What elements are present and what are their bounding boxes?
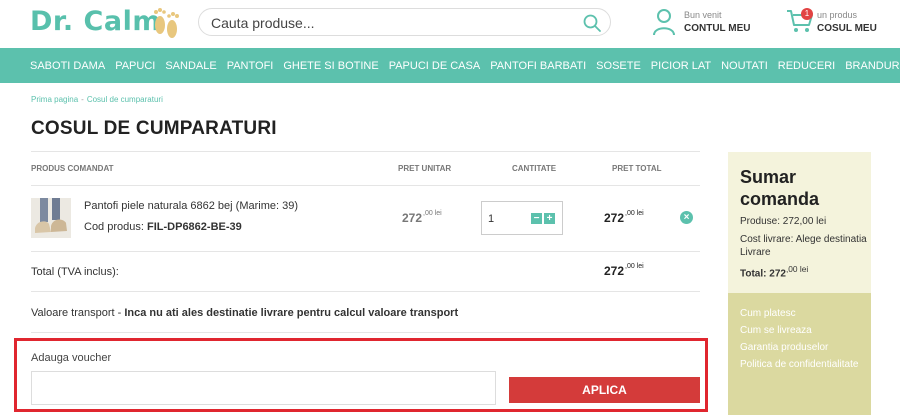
apply-voucher-button[interactable]: APLICA	[509, 377, 700, 403]
page-title: COSUL DE CUMPARATURI	[31, 118, 277, 139]
quantity-input[interactable]	[488, 211, 518, 227]
summary-title: Sumar comanda	[740, 167, 820, 209]
link-delivery[interactable]: Cum se livreaza	[740, 324, 865, 337]
site-header: Dr. Calm Bun venit CONTUL MEU 1 un produ…	[0, 0, 900, 48]
product-code: Cod produs: FIL-DP6862-BE-39	[84, 221, 242, 233]
header-quantity: CANTITATE	[512, 164, 557, 173]
shoe-thumbnail	[31, 198, 71, 238]
nav-item-pantofi[interactable]: PANTOFI	[222, 60, 279, 72]
account-label: CONTUL MEU	[684, 23, 751, 34]
unit-price-int: 272	[402, 211, 423, 225]
link-warranty[interactable]: Garantia produselor	[740, 341, 865, 354]
summary-links: Cum platesc Cum se livreaza Garantia pro…	[728, 293, 871, 415]
divider	[31, 185, 700, 186]
transport-message: Inca nu ati ales destinatie livrare pent…	[124, 307, 459, 319]
feet-logo-icon	[154, 8, 179, 38]
cart-total-dec: ,00 lei	[625, 263, 644, 270]
divider	[31, 151, 700, 152]
breadcrumb: Prima pagina - Cosul de cumparaturi	[31, 95, 163, 104]
cart-count-badge: 1	[801, 8, 813, 20]
divider	[31, 251, 700, 252]
cart-link[interactable]: 1 un produs COSUL MEU	[786, 6, 898, 40]
link-how-to-pay[interactable]: Cum platesc	[740, 307, 865, 320]
nav-item-pantofi-barbati[interactable]: PANTOFI BARBATI	[485, 60, 591, 72]
header-unit-price: PRET UNITAR	[398, 164, 452, 173]
search-icon[interactable]	[582, 13, 602, 33]
nav-item-reduceri[interactable]: REDUCERI	[773, 60, 840, 72]
summary-shipping: Cost livrare: Alege destinatia Livrare	[740, 234, 867, 258]
quantity-stepper: − +	[481, 201, 563, 235]
item-total-int: 272	[604, 211, 625, 225]
main-nav: SABOTI DAMA PAPUCI SANDALE PANTOFI GHETE SI …	[0, 48, 900, 83]
product-code-value: FIL-DP6862-BE-39	[147, 221, 242, 233]
cart-count-text: un produs	[817, 10, 858, 20]
unit-price: 272,00 lei	[402, 210, 442, 225]
product-name[interactable]: Pantofi piele naturala 6862 bej (Marime:…	[84, 200, 298, 212]
divider	[31, 332, 700, 333]
header-total-price: PRET TOTAL	[612, 164, 662, 173]
nav-item-sosete[interactable]: SOSETE	[591, 60, 646, 72]
logo[interactable]: Dr. Calm	[30, 6, 161, 37]
cart-total-int: 272	[604, 264, 625, 278]
nav-item-picior-lat[interactable]: PICIOR LAT	[646, 60, 716, 72]
unit-price-dec: ,00 lei	[423, 210, 442, 217]
search-input[interactable]	[211, 14, 571, 32]
divider	[31, 291, 700, 292]
cart-total: 272,00 lei	[604, 263, 644, 278]
product-code-label: Cod produs:	[84, 221, 144, 233]
nav-item-saboti-dama[interactable]: SABOTI DAMA	[25, 60, 110, 72]
nav-item-noutati[interactable]: NOUTATI	[716, 60, 773, 72]
transport-label: Valoare transport -	[31, 307, 125, 319]
voucher-input[interactable]	[31, 371, 496, 405]
summary-total: Total: 272,00 lei	[740, 263, 868, 280]
total-label: Total (TVA inclus):	[31, 266, 119, 278]
nav-item-branduri[interactable]: BRANDURI	[840, 60, 900, 72]
account-link[interactable]: Bun venit CONTUL MEU	[652, 6, 772, 40]
summary-products: Produse: 272,00 lei	[740, 216, 827, 227]
item-total-dec: ,00 lei	[625, 210, 644, 217]
search-box	[198, 8, 611, 36]
order-summary: Sumar comanda Produse: 272,00 lei Cost l…	[728, 152, 871, 293]
summary-total-dec: ,00 lei	[785, 264, 809, 274]
remove-item-icon[interactable]: ×	[680, 211, 693, 224]
header-product: PRODUS COMANDAT	[31, 164, 114, 173]
product-image[interactable]	[31, 198, 71, 238]
summary-total-label: Total:	[740, 268, 767, 280]
cart-label: COSUL MEU	[817, 23, 877, 34]
voucher-label: Adauga voucher	[31, 352, 112, 364]
quantity-decrease-button[interactable]: −	[531, 213, 542, 224]
breadcrumb-separator: -	[81, 95, 84, 104]
user-icon	[653, 9, 675, 36]
item-total-price: 272,00 lei	[604, 210, 644, 225]
nav-item-sandale[interactable]: SANDALE	[160, 60, 221, 72]
transport-info: Valoare transport - Inca nu ati ales des…	[31, 307, 458, 319]
nav-item-ghete-si-botine[interactable]: GHETE SI BOTINE	[278, 60, 383, 72]
link-privacy-policy[interactable]: Politica de confidentialitate	[740, 358, 865, 371]
account-greeting: Bun venit	[684, 10, 722, 20]
breadcrumb-home[interactable]: Prima pagina	[31, 95, 78, 104]
summary-total-int: 272	[769, 268, 786, 280]
quantity-increase-button[interactable]: +	[544, 213, 555, 224]
nav-item-papuci[interactable]: PAPUCI	[110, 60, 160, 72]
breadcrumb-current[interactable]: Cosul de cumparaturi	[87, 95, 163, 104]
nav-item-papuci-de-casa[interactable]: PAPUCI DE CASA	[384, 60, 486, 72]
